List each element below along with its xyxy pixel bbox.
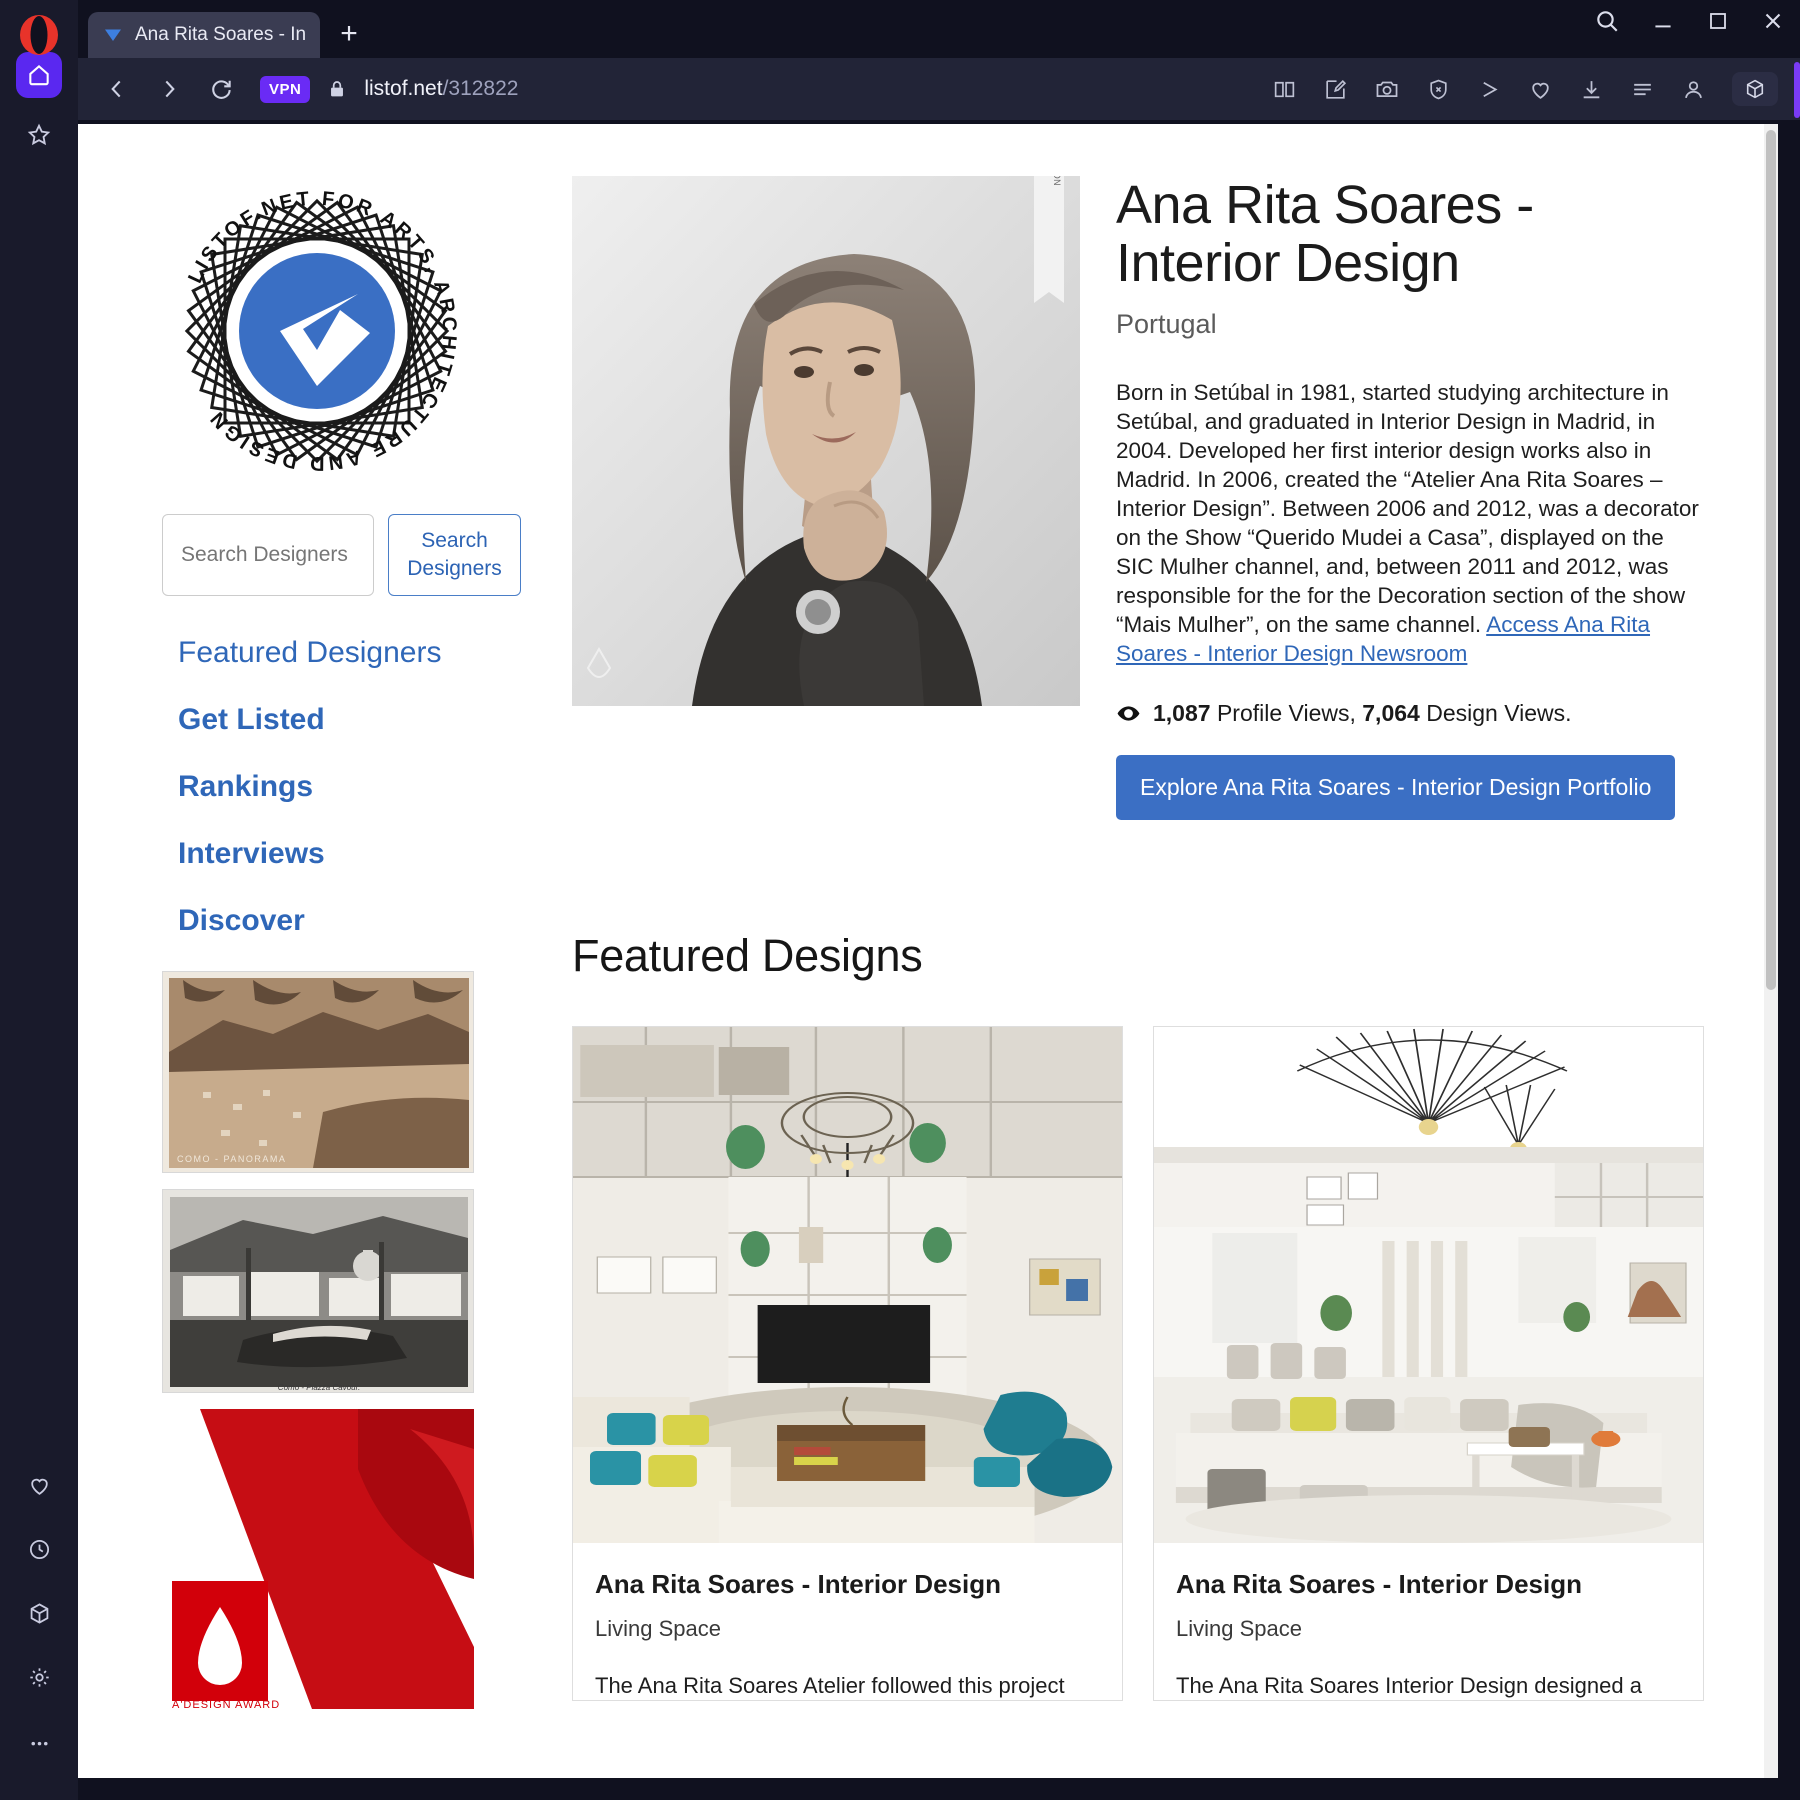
rail-settings-gear-button[interactable]: [16, 1654, 62, 1700]
profile-country: Portugal: [1116, 308, 1217, 339]
browser-tab-active[interactable]: Ana Rita Soares - Interior: [88, 12, 320, 58]
como-panorama-postcard[interactable]: COMO - PANORAMA: [162, 971, 474, 1173]
url-domain: listof.net: [364, 77, 443, 100]
workspace-cube-icon[interactable]: [1732, 72, 1778, 106]
sidebar-nav: Featured Designers Get Listed Rankings I…: [178, 636, 528, 938]
rail-favorites-button[interactable]: [16, 112, 62, 158]
opera-browser-window: Ana Rita Soares - Interior +: [0, 0, 1800, 1800]
postcard-caption-1: COMO - PANORAMA: [177, 1154, 286, 1164]
reload-icon[interactable]: [208, 76, 234, 102]
card-description: The Ana Rita Soares Atelier followed thi…: [595, 1672, 1065, 1698]
view-stats: 1,087 Profile Views, 7,064 Design Views.: [1116, 700, 1704, 727]
sidebar-item-interviews[interactable]: Interviews: [178, 837, 528, 871]
browser-side-rail: [0, 0, 78, 1800]
player-icon[interactable]: [1477, 77, 1502, 102]
sidebar-item-get-listed[interactable]: Get Listed: [178, 703, 528, 737]
watermark-icon: [586, 646, 612, 686]
profile-bio-text: Born in Setúbal in 1981, started studyin…: [1116, 379, 1699, 637]
workspace-accent-edge: [1794, 62, 1800, 118]
heart-icon[interactable]: [1528, 77, 1553, 102]
rail-home-button[interactable]: [16, 52, 62, 98]
featured-designs-heading: Featured Designs: [572, 929, 923, 981]
a-design-award-banner[interactable]: A'DESIGN AWARD: [162, 1409, 474, 1709]
page-scrollbar[interactable]: [1764, 124, 1778, 1778]
rail-history-clock-button[interactable]: [16, 1526, 62, 1572]
back-arrow-icon[interactable]: [104, 76, 130, 102]
designer-search-row: Search Designers: [162, 514, 528, 596]
luxury-double-height-living-room[interactable]: [573, 1026, 1122, 1543]
a-design-award-caption: A'DESIGN AWARD: [172, 1699, 280, 1709]
designer-portrait[interactable]: A'DESIGN AWARD & COMPETITION: [572, 176, 1080, 706]
sidebar-thumbnails: COMO - PANORAMA Como - Piazza Cavour. A'…: [162, 971, 528, 1709]
profile-bio: Born in Setúbal in 1981, started studyin…: [1116, 378, 1704, 668]
reader-mode-icon[interactable]: [1272, 77, 1297, 102]
sidebar-item-discover[interactable]: Discover: [178, 904, 528, 938]
design-card[interactable]: Ana Rita Soares - Interior Design Living…: [1153, 1025, 1704, 1702]
vpn-badge[interactable]: VPN: [260, 75, 311, 103]
design-card[interactable]: Ana Rita Soares - Interior Design Living…: [572, 1025, 1123, 1702]
search-designers-button[interactable]: Search Designers: [388, 514, 521, 596]
snapshot-edit-icon[interactable]: [1323, 77, 1348, 102]
forward-arrow-icon[interactable]: [156, 76, 182, 102]
card-subtitle: Living Space: [595, 1615, 721, 1641]
profile-views-label: Profile Views,: [1210, 699, 1363, 726]
sidebar-item-rankings[interactable]: Rankings: [178, 770, 528, 804]
downloads-icon[interactable]: [1579, 77, 1604, 102]
new-tab-button[interactable]: +: [328, 13, 370, 55]
card-description: The Ana Rita Soares Interior Design desi…: [1176, 1672, 1642, 1698]
postcard-caption-2: Como - Piazza Cavour.: [278, 1383, 360, 1392]
profile-views-count: 1,087: [1153, 699, 1211, 726]
eye-icon: [1116, 701, 1141, 726]
search-input[interactable]: [162, 514, 374, 596]
window-controls: [1594, 8, 1786, 34]
profile-info: Ana Rita Soares - Interior Design Portug…: [1116, 176, 1704, 820]
listof-chevron-icon: [102, 24, 124, 46]
design-views-label: Design Views.: [1419, 699, 1572, 726]
profile-hero: A'DESIGN AWARD & COMPETITION Ana Rita So…: [572, 176, 1704, 820]
rail-cube-button[interactable]: [16, 1590, 62, 1636]
close-icon[interactable]: [1760, 8, 1786, 34]
profile-icon[interactable]: [1681, 77, 1706, 102]
search-icon[interactable]: [1594, 8, 1620, 34]
menu-lines-icon[interactable]: [1630, 77, 1655, 102]
card-title: Ana Rita Soares - Interior Design: [595, 1568, 1001, 1599]
explore-portfolio-button[interactable]: Explore Ana Rita Soares - Interior Desig…: [1116, 754, 1676, 820]
shield-blocker-icon[interactable]: [1426, 77, 1451, 102]
address-bar-actions: [1272, 72, 1778, 106]
como-piazza-cavour-postcard[interactable]: Como - Piazza Cavour.: [162, 1189, 474, 1393]
url-field[interactable]: VPN listof.net/312822: [260, 75, 1246, 103]
address-bar: VPN listof.net/312822: [78, 58, 1800, 120]
scrollbar-thumb[interactable]: [1766, 130, 1776, 990]
opera-logo-icon[interactable]: [18, 14, 60, 56]
web-page: LISTOF.NET FOR ARTS, ARCHITECTURE AND DE…: [78, 124, 1764, 1778]
listof-net-logo[interactable]: LISTOF.NET FOR ARTS, ARCHITECTURE AND DE…: [162, 176, 472, 486]
camera-icon[interactable]: [1374, 76, 1400, 102]
maximize-icon[interactable]: [1706, 9, 1730, 33]
tab-strip: Ana Rita Soares - Interior +: [78, 0, 1800, 58]
rail-bottom-group: [0, 1462, 78, 1782]
sidebar-item-featured-designers[interactable]: Featured Designers: [178, 636, 528, 670]
rail-more-dots-button[interactable]: [16, 1718, 62, 1764]
card-subtitle: Living Space: [1176, 1615, 1302, 1641]
award-ribbon-shape: [1034, 176, 1064, 303]
page-viewport: LISTOF.NET FOR ARTS, ARCHITECTURE AND DE…: [78, 124, 1778, 1778]
site-sidebar: LISTOF.NET FOR ARTS, ARCHITECTURE AND DE…: [156, 176, 528, 1725]
minimize-icon[interactable]: [1650, 8, 1676, 34]
featured-designs-grid: Ana Rita Soares - Interior Design Living…: [572, 1025, 1704, 1702]
rail-heart-button[interactable]: [16, 1462, 62, 1508]
padlock-icon[interactable]: [326, 78, 348, 100]
card-title: Ana Rita Soares - Interior Design: [1176, 1568, 1582, 1599]
url-path: /312822: [442, 77, 519, 100]
white-open-plan-living-room[interactable]: [1154, 1026, 1703, 1543]
tab-title: Ana Rita Soares - Interior: [135, 24, 306, 45]
award-ribbon-text: A'DESIGN AWARD & COMPETITION: [1052, 176, 1062, 186]
design-views-count: 7,064: [1362, 699, 1420, 726]
page-title: Ana Rita Soares - Interior Design: [1116, 175, 1534, 294]
main-column: A'DESIGN AWARD & COMPETITION Ana Rita So…: [528, 176, 1704, 1725]
